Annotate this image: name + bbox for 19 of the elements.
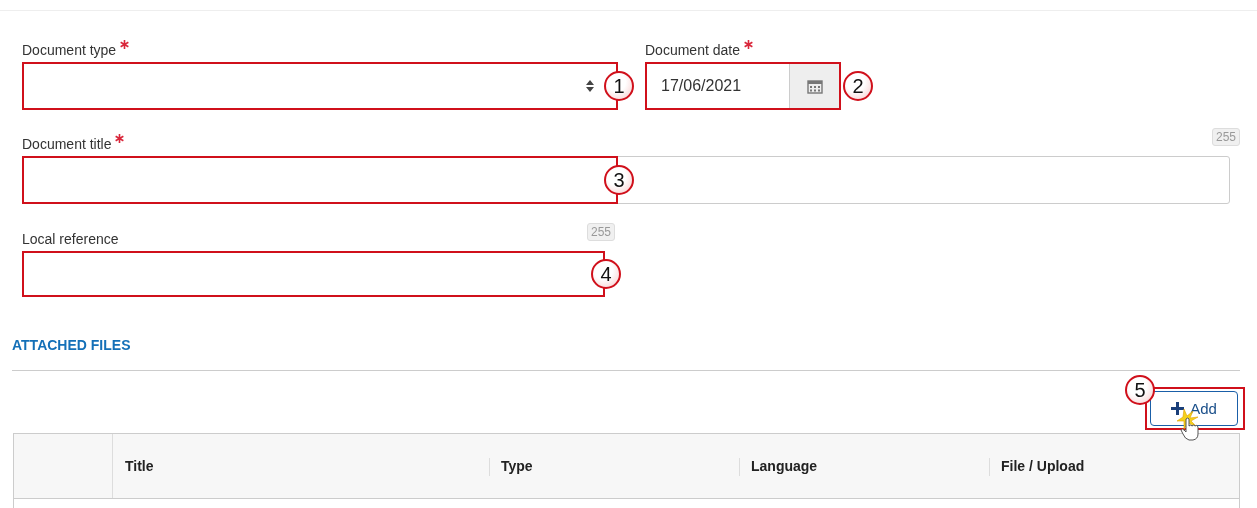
character-counter: 255 <box>586 223 615 241</box>
column-header: Language <box>739 434 989 498</box>
section-title: ATTACHED FILES <box>12 337 132 353</box>
sort-arrows-icon <box>586 80 594 92</box>
calendar-icon <box>806 78 823 94</box>
field-label: Document title <box>22 136 112 152</box>
column-header: Title <box>124 457 155 476</box>
callout-number: 4 <box>591 259 621 289</box>
callout-number: 1 <box>604 71 634 101</box>
character-counter: 255 <box>1211 128 1240 146</box>
column-header: Type <box>489 434 739 498</box>
callout-number: 5 <box>1125 375 1155 405</box>
calendar-button[interactable] <box>789 64 839 108</box>
field-label: Local reference <box>22 231 119 247</box>
callout-number: 2 <box>843 71 873 101</box>
field-label: Document date <box>645 42 740 58</box>
field-label: Document type <box>22 42 117 58</box>
plus-icon <box>1171 402 1185 415</box>
column-header: File / Upload <box>989 434 1239 498</box>
